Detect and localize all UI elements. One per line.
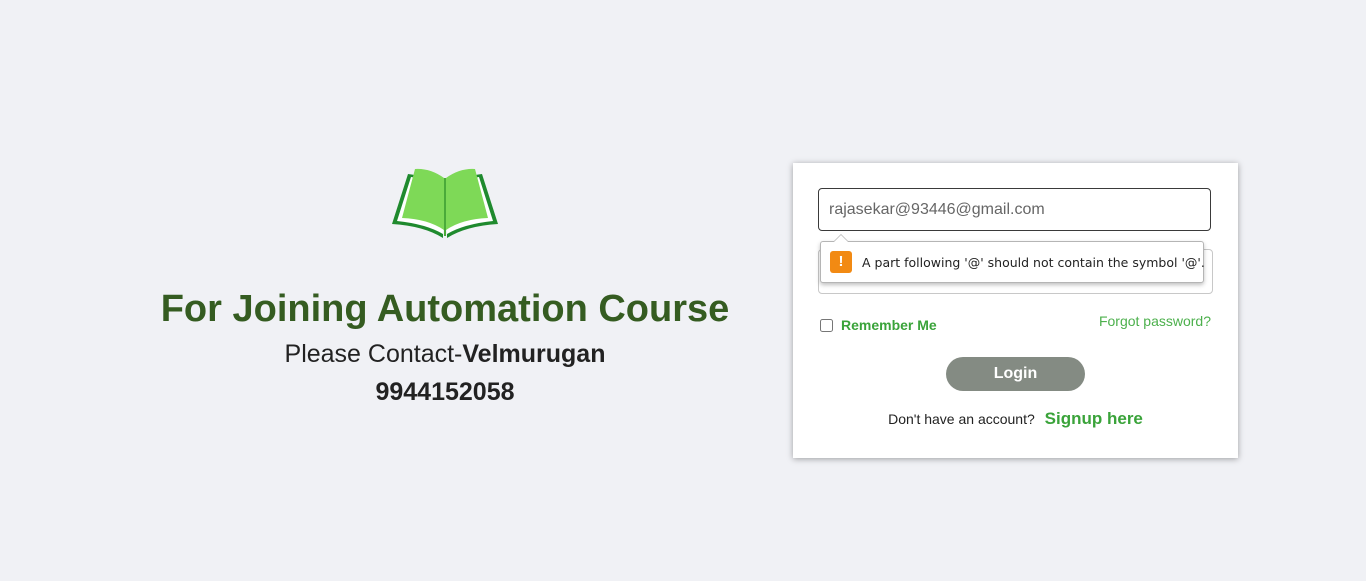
signup-row: Don't have an account? Signup here [793, 409, 1238, 429]
remember-me-label[interactable]: Remember Me [841, 317, 937, 333]
validation-tooltip: ! A part following '@' should not contai… [820, 234, 1205, 283]
warning-icon: ! [830, 251, 852, 273]
validation-message: A part following '@' should not contain … [862, 254, 1205, 270]
open-book-icon [392, 168, 498, 238]
remember-me: Remember Me [820, 317, 937, 333]
contact-name: Velmurugan [462, 340, 606, 368]
promo-section: For Joining Automation Course Please Con… [140, 160, 750, 408]
email-field[interactable] [818, 188, 1211, 231]
signup-link[interactable]: Signup here [1045, 409, 1143, 428]
contact-line: Please Contact-Velmurugan [140, 338, 750, 370]
login-button[interactable]: Login [946, 357, 1085, 391]
contact-prefix: Please Contact- [284, 340, 463, 368]
login-card: ! A part following '@' should not contai… [793, 163, 1238, 458]
promo-title: For Joining Automation Course [160, 288, 730, 330]
remember-me-checkbox[interactable] [820, 318, 833, 332]
contact-phone: 9944152058 [375, 378, 515, 406]
signup-prompt: Don't have an account? [888, 411, 1035, 427]
login-page: For Joining Automation Course Please Con… [0, 0, 1366, 581]
forgot-password-link[interactable]: Forgot password? [1099, 313, 1211, 329]
